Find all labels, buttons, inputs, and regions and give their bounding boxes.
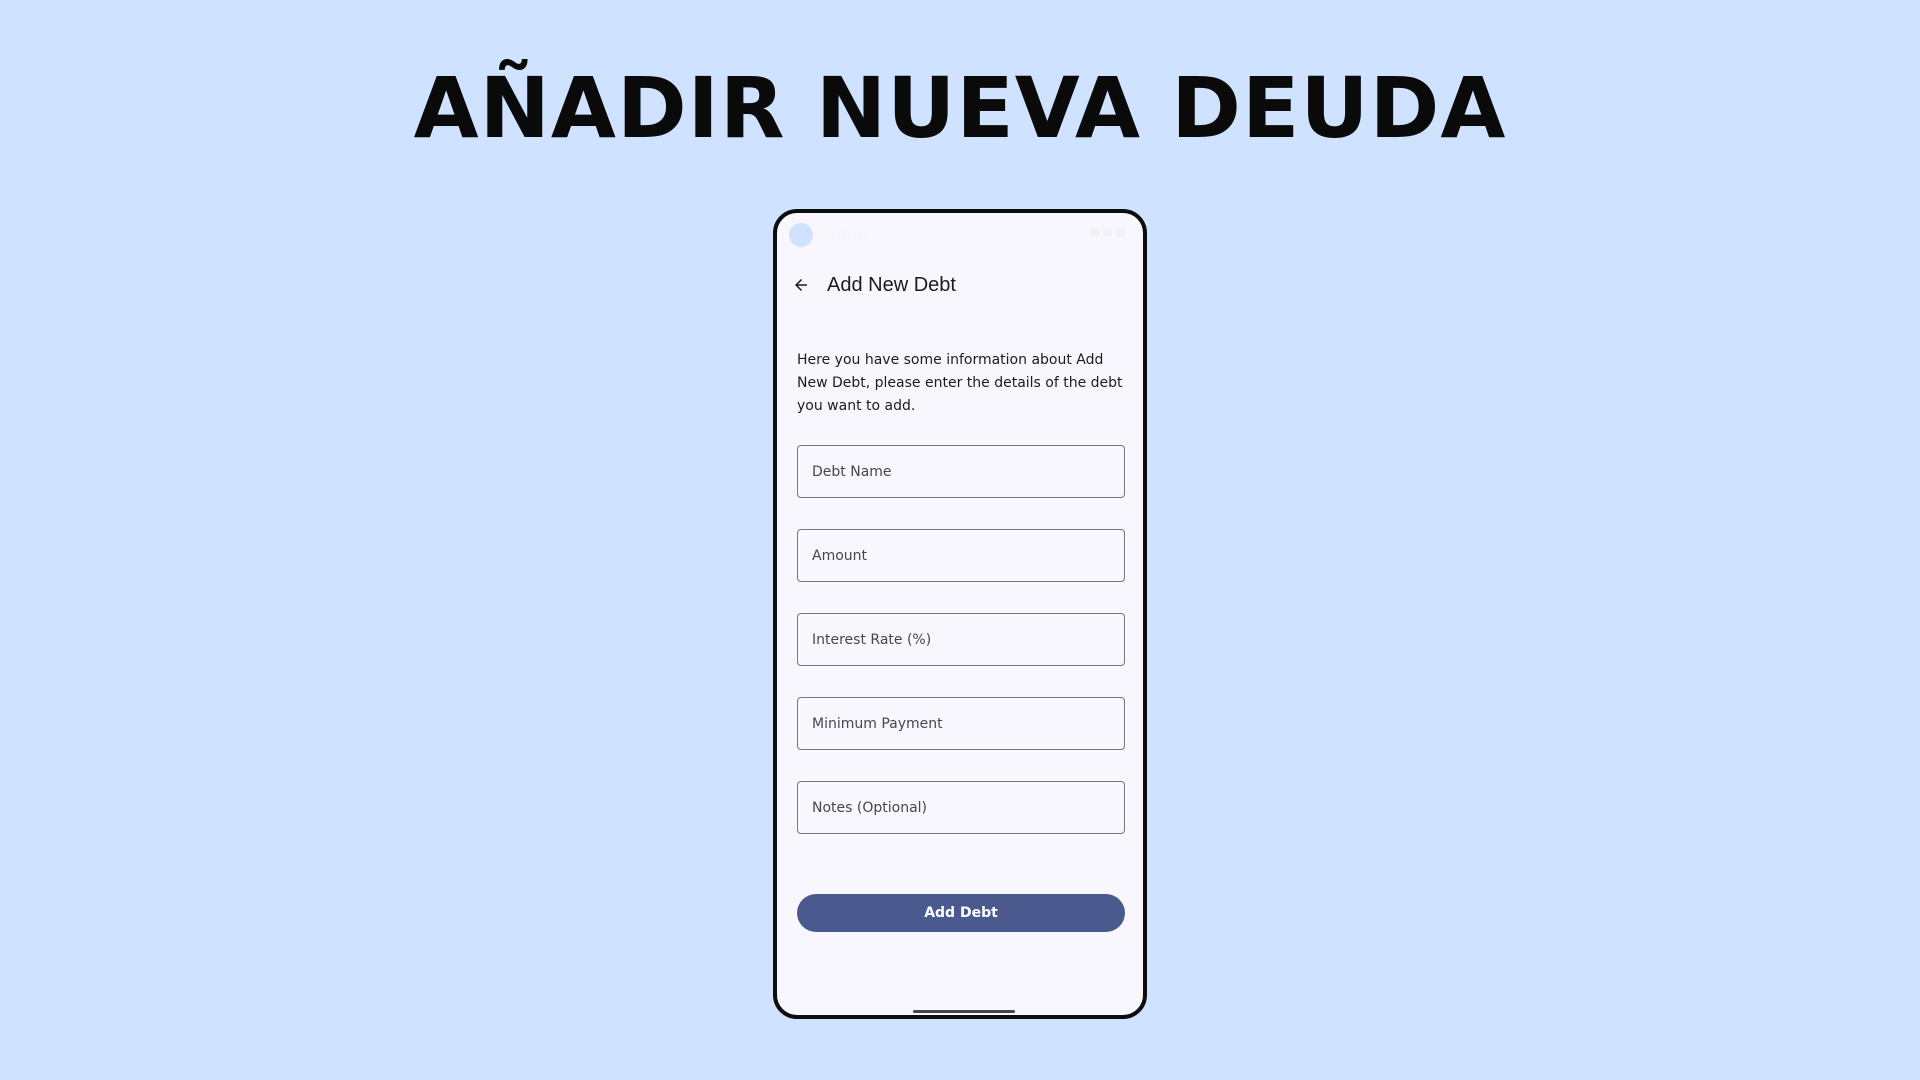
debt-name-field[interactable] xyxy=(797,445,1125,498)
amount-field[interactable] xyxy=(797,529,1125,582)
phone-frame: 10:00 Add New Debt Here you have some in… xyxy=(773,209,1147,1019)
page-title: Add New Debt xyxy=(827,273,956,296)
arrow-back-icon-glyph xyxy=(795,279,807,291)
status-icons xyxy=(1090,228,1125,237)
minimum-payment-field[interactable] xyxy=(797,697,1125,750)
add-debt-button[interactable]: Add Debt xyxy=(797,894,1125,932)
app-bar: Add New Debt xyxy=(777,265,1143,305)
status-time: 10:00 xyxy=(835,227,868,242)
notes-field[interactable] xyxy=(797,781,1125,834)
wifi-icon xyxy=(1090,228,1099,237)
signal-icon xyxy=(1103,228,1112,237)
intro-text: Here you have some information about Add… xyxy=(797,352,1123,414)
arrow-back-icon[interactable] xyxy=(789,273,813,297)
home-indicator[interactable] xyxy=(913,1010,1015,1013)
battery-icon xyxy=(1116,228,1125,237)
camera-cutout xyxy=(789,223,813,247)
interest-rate-field[interactable] xyxy=(797,613,1125,666)
banner-title: AÑADIR NUEVA DEUDA xyxy=(413,59,1507,157)
status-bar: 10:00 xyxy=(777,213,1143,253)
